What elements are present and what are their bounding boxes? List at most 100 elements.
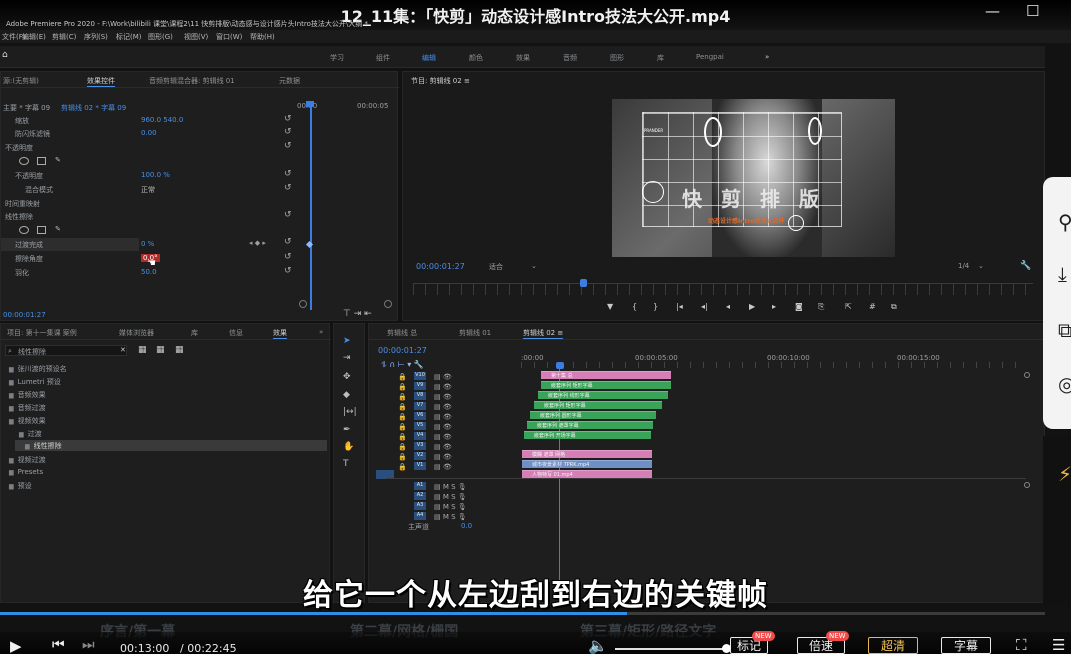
effects-folder[interactable]: 张川渡的预设名	[9, 364, 67, 374]
clip[interactable]: 模糊 遮罩 网格	[522, 450, 652, 458]
add-marker-icon[interactable]: ▼	[607, 302, 613, 311]
fullscreen-icon[interactable]: ⛶	[1016, 636, 1027, 654]
overwrite-icon[interactable]: ⧉	[891, 302, 897, 312]
go-to-in-icon[interactable]: |◂	[676, 302, 683, 311]
scroll-handle[interactable]	[384, 300, 392, 308]
home-icon[interactable]: ⌂	[2, 50, 8, 60]
workspace-learn[interactable]: 学习	[330, 53, 344, 63]
scroll-handle[interactable]	[1024, 482, 1030, 488]
menu-graphics[interactable]: 图形(G)	[148, 32, 173, 42]
track-a2[interactable]: A2	[414, 492, 426, 500]
play-icon[interactable]: ▶	[749, 302, 755, 311]
tab-effects[interactable]: 效果	[273, 328, 287, 339]
selection-tool-icon[interactable]: ➤	[343, 336, 351, 346]
workspace-effects[interactable]: 效果	[516, 53, 530, 63]
hand-tool-icon[interactable]: ✋	[343, 442, 354, 452]
volume-slider[interactable]	[615, 648, 730, 650]
new-bin-icon[interactable]: ▦	[138, 345, 147, 355]
play-button-icon[interactable]: ▶	[10, 637, 22, 654]
reset-icon[interactable]: ↺	[284, 141, 292, 151]
tab-libraries[interactable]: 库	[191, 328, 198, 338]
razor-icon[interactable]: ◆	[343, 390, 350, 400]
clip[interactable]: 城市夜景素材 7PRK.mp4	[522, 460, 652, 468]
transition-complete-value[interactable]: 0 %	[141, 240, 154, 248]
reset-icon[interactable]: ↺	[284, 183, 292, 193]
workspace-libraries[interactable]: 库	[657, 53, 664, 63]
timeline-ruler[interactable]	[521, 362, 1026, 368]
program-monitor-tab[interactable]: 节目: 剪辑线 02 ≡	[411, 76, 470, 86]
track-v2[interactable]: V2	[414, 452, 426, 460]
previous-icon[interactable]: ⏮	[52, 637, 65, 653]
scale-dropdown-icon[interactable]: ⌄	[978, 262, 984, 270]
effects-folder[interactable]: 视频过渡	[9, 455, 46, 465]
tab-effect-controls[interactable]: 效果控件	[87, 76, 115, 87]
subtitle-button[interactable]: 字幕	[941, 637, 991, 654]
clip[interactable]: 第十集 总	[541, 371, 671, 379]
pen-mask-icon[interactable]: ✎	[55, 225, 61, 233]
master-track-value[interactable]: 0.0	[461, 522, 472, 530]
tab-sequence-02[interactable]: 剪辑线 02 ≡	[523, 328, 564, 339]
effects-folder[interactable]: 音频过渡	[9, 403, 46, 413]
pen-tool-icon[interactable]: ✒	[343, 425, 351, 435]
workspace-color[interactable]: 颜色	[469, 53, 483, 63]
reset-icon[interactable]: ↺	[284, 169, 292, 179]
volume-icon[interactable]: 🔈	[588, 636, 608, 654]
track-v4[interactable]: V4	[414, 432, 426, 440]
quality-button[interactable]: 超清	[868, 637, 918, 654]
ellipse-mask-icon[interactable]	[19, 157, 29, 165]
effect-clip-label[interactable]: 剪辑线 02 * 字幕 09	[61, 103, 126, 113]
mark-in-icon[interactable]: {	[632, 302, 637, 311]
preset-icon[interactable]: ▦	[156, 345, 165, 355]
tab-metadata[interactable]: 元数据	[279, 76, 300, 86]
screenshot-icon[interactable]: ◎	[1058, 372, 1071, 396]
effects-folder[interactable]: Presets	[9, 468, 43, 476]
clip[interactable]: 嵌套序列 线形字幕	[538, 391, 668, 399]
clip[interactable]: 嵌套序列 圆形字幕	[530, 411, 656, 419]
slip-icon[interactable]: |↔|	[343, 407, 357, 417]
scroll-handle[interactable]	[1024, 372, 1030, 378]
blend-mode-select[interactable]: 正常	[141, 185, 155, 195]
clip[interactable]: 嵌套序列 矩形字幕	[534, 401, 662, 409]
track-select-icon[interactable]: ⇥	[343, 353, 351, 363]
reset-icon[interactable]: ↺	[284, 210, 292, 220]
track-v3[interactable]: V3	[414, 442, 426, 450]
tab-project[interactable]: 项目: 第十一集课 案例	[7, 328, 77, 338]
effects-folder[interactable]: 过渡	[19, 429, 42, 439]
program-playhead[interactable]	[580, 279, 587, 287]
reset-icon[interactable]: ↺	[284, 252, 292, 262]
tab-sequence-01[interactable]: 剪辑线 01	[459, 328, 491, 338]
clip[interactable]: 嵌套序列 遮罩字幕	[527, 421, 653, 429]
menu-window[interactable]: 窗口(W)	[216, 32, 242, 42]
tab-audio-mixer[interactable]: 音频剪辑混合器: 剪辑线 01	[149, 76, 235, 86]
effect-linear-wipe[interactable]: 线性擦除	[25, 441, 62, 451]
track-v9[interactable]: V9	[414, 382, 426, 390]
timeline-tool-icons[interactable]: ⥮ ∩ ⊢ ▾ 🔧	[381, 360, 424, 370]
share-icon[interactable]: ⧉	[1058, 318, 1071, 342]
menu-help[interactable]: 帮助(H)	[250, 32, 275, 42]
tab-more[interactable]: »	[319, 328, 323, 336]
workspace-editing[interactable]: 编辑	[422, 53, 436, 63]
reset-icon[interactable]: ↺	[284, 266, 292, 276]
tab-media-browser[interactable]: 媒体浏览器	[119, 328, 154, 338]
track-a1[interactable]: A1	[414, 482, 426, 490]
menu-edit[interactable]: 编辑(E)	[22, 32, 46, 42]
playlist-icon[interactable]: ☰	[1052, 636, 1065, 654]
effects-folder[interactable]: 音频效果	[9, 390, 46, 400]
timeline-timecode[interactable]: 00:00:01:27	[378, 346, 427, 355]
program-preview[interactable]: PRANDER 快 剪 排 版 动态设计感Intro技法大公开	[612, 99, 895, 257]
timeline-playhead-handle[interactable]	[556, 362, 564, 369]
reset-icon[interactable]: ↺	[284, 127, 292, 137]
type-tool-icon[interactable]: T	[343, 459, 349, 469]
camera-icon[interactable]: ◙	[795, 302, 803, 311]
ripple-edit-icon[interactable]: ✥	[343, 372, 351, 382]
export-frame-icon[interactable]: ⎘	[818, 302, 824, 312]
track-a3[interactable]: A3	[414, 502, 426, 510]
tab-sequence-main[interactable]: 剪辑线 总	[387, 328, 417, 338]
reset-icon[interactable]: ↺	[284, 237, 292, 247]
reset-icon[interactable]: ↺	[284, 114, 292, 124]
track-v7[interactable]: V7	[414, 402, 426, 410]
track-v10[interactable]: V10	[414, 372, 426, 380]
maximize-icon[interactable]: ☐	[1026, 2, 1039, 20]
tab-info[interactable]: 信息	[229, 328, 243, 338]
workspace-custom[interactable]: Pengpai	[696, 53, 724, 61]
